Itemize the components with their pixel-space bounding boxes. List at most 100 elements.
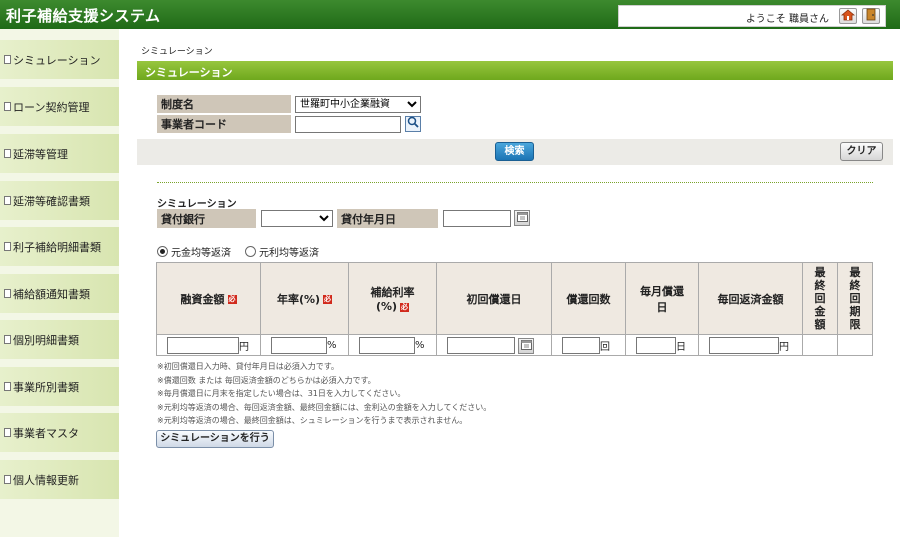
radio-equal-principal-label: 元金均等返済	[171, 248, 231, 259]
cell-last-amount	[802, 334, 838, 356]
seido-label: 制度名	[157, 95, 291, 113]
required-badge: 必	[400, 302, 410, 312]
last-amount-vertical-label: 最終回金額	[814, 266, 826, 331]
user-box: ようこそ 職員さん	[618, 5, 886, 27]
document-icon	[4, 382, 11, 391]
document-icon	[4, 242, 11, 251]
rate-input[interactable]	[271, 336, 327, 354]
cell-first-date	[436, 334, 552, 356]
yen-unit: 円	[779, 341, 789, 353]
logout-button[interactable]	[862, 8, 880, 24]
search-button[interactable]: 検索	[495, 142, 534, 161]
first-date-calendar-button[interactable]	[518, 338, 534, 354]
yen-unit: 円	[239, 341, 249, 353]
sidebar-item-office-docs[interactable]: 事業所別書類	[0, 367, 119, 406]
sidebar-item-label: ローン契約管理	[13, 100, 90, 114]
document-icon	[4, 149, 11, 158]
document-icon	[4, 289, 11, 298]
percent-unit: %	[415, 339, 425, 351]
each-amount-input[interactable]	[709, 336, 779, 354]
sidebar-item-label: 延滞等管理	[13, 147, 68, 161]
sidebar-item-personal-info[interactable]: 個人情報更新	[0, 460, 119, 499]
sidebar-item-label: 事業所別書類	[13, 380, 79, 394]
bank-select[interactable]	[261, 210, 333, 227]
radio-equal-payment[interactable]	[245, 246, 256, 257]
calendar-icon	[516, 211, 528, 225]
sidebar-item-label: 個別明細書類	[13, 333, 79, 347]
magnifier-icon	[407, 116, 419, 131]
sidebar-item-delinquency[interactable]: 延滞等管理	[0, 134, 119, 173]
simulation-label: シミュレーション	[157, 199, 237, 210]
app-header: 利子補給支援システム ようこそ 職員さん	[0, 0, 900, 29]
sidebar-item-label: 延滞等確認書類	[13, 194, 90, 208]
logout-door-icon	[865, 8, 877, 24]
sidebar-item-subsidy-detail[interactable]: 利子補給明細書類	[0, 227, 119, 266]
col-first-date: 初回償還日	[436, 262, 552, 335]
sidebar-item-individual-detail[interactable]: 個別明細書類	[0, 320, 119, 359]
cell-monthly-day: 日	[625, 334, 699, 356]
sidebar: シミュレーション ローン契約管理 延滞等管理 延滞等確認書類 利子補給明細書類 …	[0, 29, 119, 537]
cell-subsidy-rate: %	[348, 334, 437, 356]
note-line: ※元利均等返済の場合、最終回金額は、シュミレーションを行うまで表示されません。	[157, 416, 468, 426]
sidebar-item-label: 個人情報更新	[13, 473, 79, 487]
section-title: シミュレーション	[137, 61, 893, 80]
sidebar-item-label: 事業者マスタ	[13, 426, 79, 440]
repayment-type-radios: 元金均等返済 元利均等返済	[157, 244, 319, 259]
col-count: 償還回数	[551, 262, 626, 335]
day-unit: 日	[676, 341, 686, 353]
clear-button[interactable]: クリア	[840, 142, 883, 161]
sidebar-item-delinquency-docs[interactable]: 延滞等確認書類	[0, 181, 119, 220]
seido-select[interactable]: 世羅町中小企業融資	[295, 95, 421, 113]
sidebar-item-loan-contract[interactable]: ローン契約管理	[0, 87, 119, 126]
document-icon	[4, 55, 11, 64]
required-badge: 必	[323, 295, 333, 304]
business-code-label: 事業者コード	[157, 115, 291, 133]
sidebar-item-label: 利子補給明細書類	[13, 240, 101, 254]
col-last-amount: 最終回金額	[802, 262, 838, 335]
document-icon	[4, 428, 11, 437]
col-subsidy-rate: 補給利率 (%) 必	[348, 262, 437, 335]
home-button[interactable]	[839, 8, 857, 24]
loan-date-calendar-button[interactable]	[514, 210, 530, 226]
document-icon	[4, 196, 11, 205]
col-monthly-day: 毎月償還日	[625, 262, 699, 335]
sidebar-item-simulation[interactable]: シミュレーション	[0, 40, 119, 79]
search-action-bar: 検索 クリア	[137, 139, 893, 165]
sidebar-item-label: 補給額通知書類	[13, 287, 90, 301]
cell-count: 回	[551, 334, 626, 356]
document-icon	[4, 335, 11, 344]
first-date-input[interactable]	[447, 336, 515, 354]
breadcrumb: シミュレーション	[141, 47, 213, 57]
cell-each-amount: 円	[698, 334, 803, 356]
radio-equal-principal[interactable]	[157, 246, 168, 257]
business-code-input[interactable]	[295, 115, 401, 133]
divider	[157, 182, 873, 183]
col-each-amount: 毎回返済金額	[698, 262, 803, 335]
home-icon	[840, 8, 856, 24]
notes: ※初回償還日入力時、貸付年月日は必須入力です。 ※償還回数 または 毎回返済金額…	[157, 360, 491, 428]
col-last-period: 最終回期限	[837, 262, 873, 335]
required-badge: 必	[227, 295, 237, 304]
col-rate: 年率(%) 必	[260, 262, 349, 335]
percent-unit: %	[327, 339, 337, 351]
note-line: ※初回償還日入力時、貸付年月日は必須入力です。	[157, 362, 339, 371]
radio-equal-payment-label: 元利均等返済	[259, 248, 319, 259]
search-lookup-button[interactable]	[404, 115, 421, 132]
run-simulation-button[interactable]: シミュレーションを行う	[156, 430, 274, 448]
loan-date-input[interactable]	[443, 210, 511, 227]
calendar-icon	[520, 339, 532, 353]
document-icon	[4, 102, 11, 111]
cell-amount: 円	[156, 334, 261, 356]
bank-label: 貸付銀行	[157, 209, 256, 228]
times-unit: 回	[600, 341, 610, 353]
sidebar-item-business-master[interactable]: 事業者マスタ	[0, 413, 119, 452]
document-icon	[4, 475, 11, 484]
monthly-day-input[interactable]	[636, 336, 676, 354]
sidebar-item-subsidy-notice[interactable]: 補給額通知書類	[0, 274, 119, 313]
cell-rate: %	[260, 334, 349, 356]
note-line: ※償還回数 または 毎回返済金額のどちらかは必須入力です。	[157, 375, 376, 385]
count-input[interactable]	[562, 336, 600, 354]
simulation-table: 融資金額必 年率(%) 必 補給利率 (%) 必 初回償還日 償還回数 毎月償還日 毎…	[156, 262, 873, 356]
subsidy-rate-input[interactable]	[359, 336, 415, 354]
amount-input[interactable]	[167, 336, 239, 354]
